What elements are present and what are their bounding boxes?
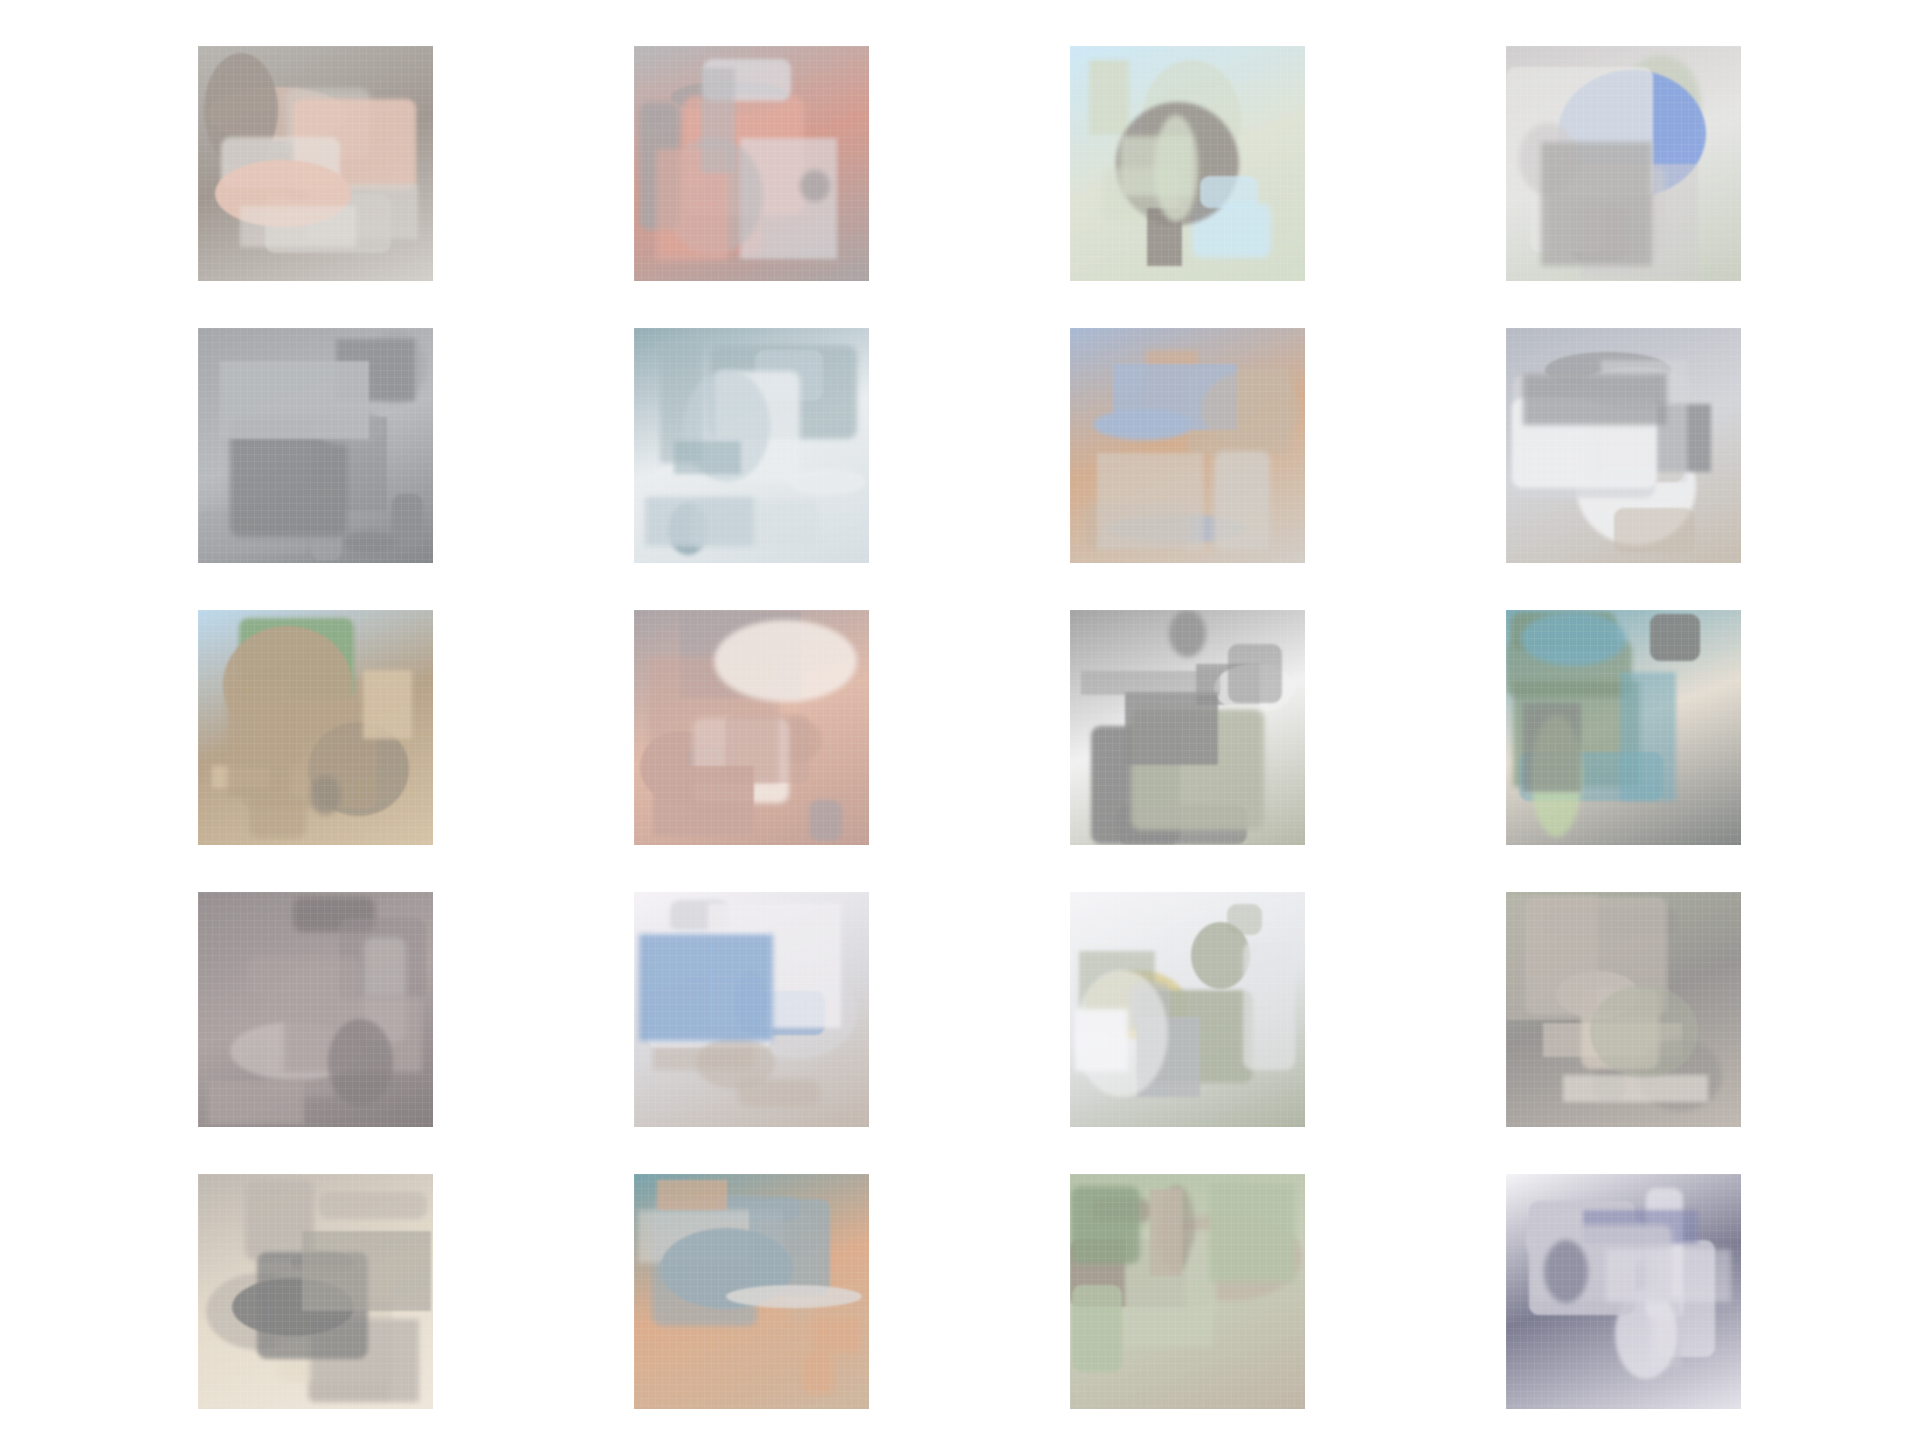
image-blob	[1506, 894, 1597, 1020]
image-blob	[363, 670, 412, 739]
image-blob	[809, 800, 842, 841]
image-blob	[1072, 1285, 1122, 1372]
image-blob	[1191, 922, 1250, 989]
image-blob	[701, 68, 735, 173]
image-blob	[749, 1199, 830, 1296]
image-blob	[1075, 1009, 1128, 1071]
image-tile-2-3	[1070, 328, 1305, 563]
image-blob	[653, 766, 754, 836]
image-blob	[1521, 612, 1626, 666]
image-blob	[696, 1037, 775, 1089]
image-tile-5-3	[1070, 1174, 1305, 1409]
image-tile-1-4	[1506, 46, 1741, 281]
image-blob	[1200, 176, 1258, 208]
image-tile-1-3	[1070, 46, 1305, 281]
image-blob	[789, 469, 866, 495]
image-tile-3-3	[1070, 610, 1305, 845]
image-blob	[342, 531, 395, 553]
image-blob	[726, 1285, 862, 1308]
image-blob	[1228, 644, 1282, 703]
image-blob	[1243, 942, 1295, 1070]
image-blob	[1071, 1186, 1140, 1264]
image-blob	[1169, 610, 1206, 657]
image-tile-4-1	[198, 892, 433, 1127]
image-blob	[310, 775, 341, 815]
image-blob	[302, 1231, 431, 1311]
image-blob	[1120, 136, 1192, 196]
image-blob	[1544, 1240, 1588, 1303]
image-blob	[1523, 703, 1581, 792]
image-blob	[392, 494, 423, 545]
image-blob	[227, 681, 290, 797]
image-blob	[657, 1180, 727, 1210]
image-blob	[248, 957, 361, 996]
image-blob	[1097, 453, 1203, 550]
image-blob	[645, 497, 754, 546]
image-tile-4-3	[1070, 892, 1305, 1127]
image-blob	[1209, 1183, 1295, 1282]
image-blob	[1150, 1189, 1182, 1276]
image-blob	[328, 1019, 393, 1106]
image-blob	[1541, 142, 1652, 266]
image-blob	[1125, 692, 1218, 765]
image-blob	[1201, 371, 1301, 448]
image-blob	[220, 361, 369, 439]
image-blob	[1523, 374, 1667, 425]
image-blob	[1563, 1075, 1708, 1102]
image-blob	[1606, 1249, 1731, 1302]
image-blob	[1614, 508, 1695, 553]
image-blob	[1590, 985, 1698, 1078]
image-tile-2-1	[198, 328, 433, 563]
image-tile-5-2	[634, 1174, 869, 1409]
image-tile-3-2	[634, 610, 869, 845]
image-tile-1-2	[634, 46, 869, 281]
image-tile-5-4	[1506, 1174, 1741, 1409]
image-tile-1-1	[198, 46, 433, 281]
image-blob	[1089, 60, 1129, 135]
image-blob	[1214, 451, 1270, 551]
image-tile-4-4	[1506, 892, 1741, 1127]
image-grid	[0, 0, 1920, 1440]
image-blob	[208, 1081, 304, 1124]
image-tile-2-2	[634, 328, 869, 563]
image-tile-3-1	[198, 610, 433, 845]
image-blob	[1650, 614, 1700, 661]
image-tile-2-4	[1506, 328, 1741, 563]
image-tile-5-1	[198, 1174, 433, 1409]
image-blob	[714, 620, 857, 702]
image-blob	[802, 1352, 834, 1394]
image-blob	[813, 1318, 861, 1353]
image-blob	[319, 1192, 427, 1219]
image-blob	[674, 441, 741, 474]
image-blob	[800, 170, 830, 202]
image-blob	[240, 206, 356, 247]
image-tile-3-4	[1506, 610, 1741, 845]
image-blob	[639, 934, 773, 1041]
image-tile-4-2	[634, 892, 869, 1127]
image-blob	[1081, 671, 1220, 695]
